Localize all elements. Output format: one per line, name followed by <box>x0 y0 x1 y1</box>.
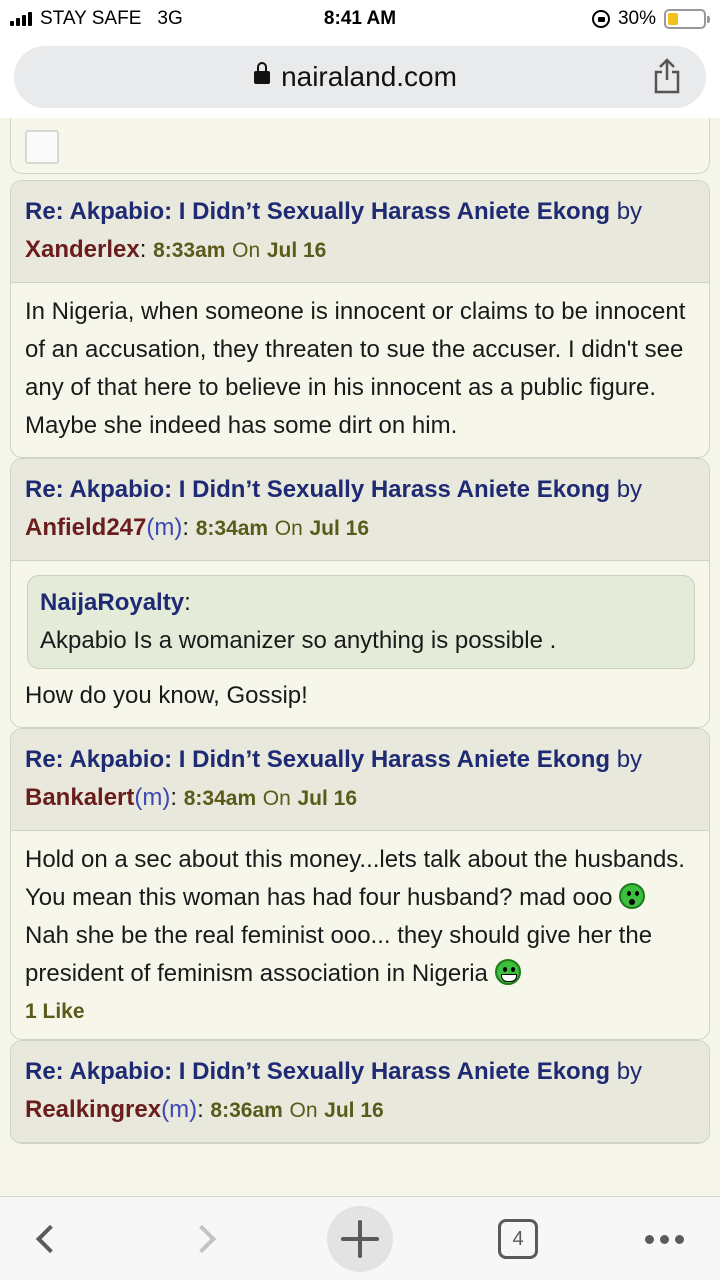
forward-button[interactable] <box>172 1197 232 1280</box>
on-label: On <box>232 239 261 262</box>
colon: : <box>182 514 196 541</box>
chevron-left-icon <box>35 1224 65 1254</box>
colon: : <box>197 1096 211 1123</box>
address-bar[interactable]: nairaland.com <box>14 46 706 108</box>
by-label: by <box>616 1058 643 1085</box>
tab-count: 4 <box>498 1219 538 1259</box>
on-label: On <box>262 787 291 810</box>
battery-fill <box>668 13 679 25</box>
grin-emoji-icon <box>494 959 521 985</box>
url-text[interactable]: nairaland.com <box>14 61 706 93</box>
post-time: 8:34am <box>195 517 269 540</box>
forum-post: Re: Akpabio: I Didn’t Sexually Harass An… <box>10 1040 710 1144</box>
post-header: Re: Akpabio: I Didn’t Sexually Harass An… <box>11 1041 709 1143</box>
more-icon <box>644 1234 684 1244</box>
quote-user-link[interactable]: NaijaRoyalty <box>40 589 184 616</box>
colon: : <box>184 589 191 616</box>
post-user-link[interactable]: Realkingrex <box>25 1096 161 1123</box>
likes-count[interactable]: 1 Like <box>25 997 695 1027</box>
post-date: Jul 16 <box>324 1099 384 1122</box>
post-date: Jul 16 <box>266 239 327 262</box>
post-time: 8:33am <box>153 239 226 262</box>
browser-toolbar: 4 <box>0 1196 720 1280</box>
post-title-link[interactable]: Re: Akpabio: I Didn’t Sexually Harass An… <box>25 746 610 773</box>
forum-post: Re: Akpabio: I Didn’t Sexually Harass An… <box>10 458 710 728</box>
post-body: In Nigeria, when someone is innocent or … <box>25 298 686 439</box>
quote-block: NaijaRoyalty: Akpabio Is a womanizer so … <box>27 575 695 669</box>
post-user-link[interactable]: Anfield247 <box>25 514 146 541</box>
gender-label: (m) <box>146 514 183 541</box>
post-text-part2: Nah she be the real feminist ooo... they… <box>25 922 653 987</box>
post-user-link[interactable]: Bankalert <box>25 784 134 811</box>
status-bar: STAY SAFE 3G 8:41 AM 30% <box>0 0 720 40</box>
status-right: 30% <box>591 8 710 30</box>
by-label: by <box>616 476 643 503</box>
post-title-link[interactable]: Re: Akpabio: I Didn’t Sexually Harass An… <box>25 1058 610 1085</box>
post-header: Re: Akpabio: I Didn’t Sexually Harass An… <box>11 181 709 283</box>
quote-text: Akpabio Is a womanizer so anything is po… <box>40 627 557 654</box>
post-date: Jul 16 <box>297 787 358 810</box>
post-text: How do you know, Gossip! <box>25 682 308 709</box>
sick-emoji-icon <box>619 883 646 909</box>
on-label: On <box>274 517 303 540</box>
post-title-link[interactable]: Re: Akpabio: I Didn’t Sexually Harass An… <box>25 198 610 225</box>
by-label: by <box>616 746 643 773</box>
battery-percent: 30% <box>617 8 656 29</box>
post-user-link[interactable]: Xanderlex <box>25 236 140 263</box>
tabs-button[interactable]: 4 <box>494 1197 542 1280</box>
gender-value: m <box>154 514 175 541</box>
page-content: Re: Akpabio: I Didn’t Sexually Harass An… <box>0 118 720 1196</box>
post-header: Re: Akpabio: I Didn’t Sexually Harass An… <box>11 729 709 831</box>
post-title-link[interactable]: Re: Akpabio: I Didn’t Sexually Harass An… <box>25 476 610 503</box>
colon: : <box>139 236 154 263</box>
post-time: 8:34am <box>183 787 257 810</box>
share-icon[interactable] <box>652 58 682 94</box>
forum-post: Re: Akpabio: I Didn’t Sexually Harass An… <box>10 180 710 458</box>
post-date: Jul 16 <box>309 517 370 540</box>
menu-button[interactable] <box>636 1197 692 1280</box>
colon: : <box>170 784 184 811</box>
forum-post: Re: Akpabio: I Didn’t Sexually Harass An… <box>10 728 710 1040</box>
post-time: 8:36am <box>210 1099 283 1122</box>
back-button[interactable] <box>20 1197 80 1280</box>
plus-icon <box>327 1206 393 1272</box>
post-body: NaijaRoyalty: Akpabio Is a womanizer so … <box>11 561 709 727</box>
post-text-part1: Hold on a sec about this money...lets ta… <box>25 846 685 911</box>
gender-label: (m) <box>134 784 171 811</box>
gender-label: (m) <box>161 1096 198 1123</box>
previous-post-stub <box>10 118 710 174</box>
gender-value: m <box>142 784 163 811</box>
new-tab-button[interactable] <box>326 1197 394 1280</box>
battery-icon <box>664 9 710 29</box>
on-label: On <box>289 1099 318 1122</box>
checkbox[interactable] <box>25 130 59 164</box>
orientation-lock-icon <box>591 10 610 28</box>
post-body: Hold on a sec about this money...lets ta… <box>11 831 709 1039</box>
gender-value: m <box>169 1096 190 1123</box>
post-header: Re: Akpabio: I Didn’t Sexually Harass An… <box>11 459 709 561</box>
chevron-right-icon <box>187 1224 217 1254</box>
by-label: by <box>616 198 643 225</box>
